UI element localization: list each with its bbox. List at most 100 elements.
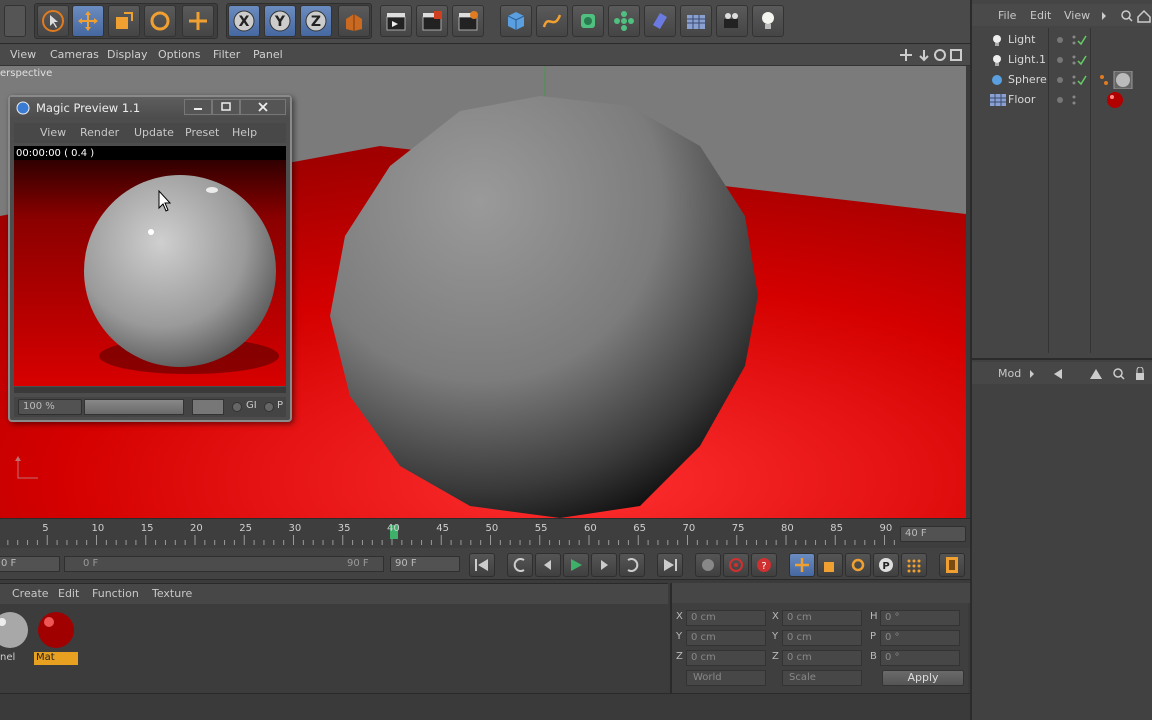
visibility-dots-icon[interactable]	[1056, 53, 1096, 67]
key-rotation-button[interactable]	[845, 553, 871, 577]
quality-slider[interactable]	[192, 399, 224, 415]
coord-size-field[interactable]: 0 cm	[782, 630, 862, 646]
render-picture-viewer-button[interactable]	[416, 5, 448, 37]
start-frame-field[interactable]: 0 F	[0, 556, 60, 572]
om-tool-icons[interactable]	[1100, 9, 1152, 23]
magic-preview-titlebar[interactable]: Magic Preview 1.1	[10, 97, 290, 119]
coord-rot-field[interactable]: 0 °	[880, 630, 960, 646]
scale-tool-button[interactable]	[108, 5, 140, 37]
mat-menu-create[interactable]: Create	[12, 587, 49, 600]
add-array-button[interactable]	[608, 5, 640, 37]
prev-key-button[interactable]	[507, 553, 533, 577]
minimize-button[interactable]	[184, 99, 212, 115]
coord-size-field[interactable]: 0 cm	[782, 610, 862, 626]
preview-range-slider[interactable]: 0 F 90 F	[64, 556, 384, 572]
mp-menu-view[interactable]: View	[40, 126, 66, 139]
object-row-floor[interactable]: Floor	[986, 91, 1146, 109]
visibility-dots-icon[interactable]	[1056, 93, 1096, 107]
mode-select[interactable]: Scale	[782, 670, 862, 686]
magic-preview-window[interactable]: Magic Preview 1.1 View Render Update Pre…	[8, 95, 292, 422]
x-axis-lock-button[interactable]: X	[228, 5, 260, 37]
select-tool-button[interactable]	[37, 5, 69, 37]
add-cube-button[interactable]	[500, 5, 532, 37]
material-item[interactable]: nel	[0, 606, 34, 664]
viewport-nav-icons[interactable]	[900, 47, 962, 63]
object-row-light1[interactable]: Light.1	[986, 51, 1146, 69]
mp-menu-render[interactable]: Render	[80, 126, 119, 139]
mat-menu-texture[interactable]: Texture	[152, 587, 192, 600]
coordinate-system-button[interactable]	[338, 5, 370, 37]
apply-button[interactable]: Apply	[882, 670, 964, 686]
key-parameter-button[interactable]: P	[873, 553, 899, 577]
coord-pos-field[interactable]: 0 cm	[686, 610, 766, 626]
play-button[interactable]	[563, 553, 589, 577]
render-view-button[interactable]	[380, 5, 412, 37]
om-menu-file[interactable]: File	[998, 9, 1016, 22]
rotate-tool-button[interactable]	[144, 5, 176, 37]
coord-rot-field[interactable]: 0 °	[880, 650, 960, 666]
add-tool-button[interactable]	[182, 5, 214, 37]
sphere-tags-icon[interactable]	[1098, 71, 1138, 89]
add-spline-button[interactable]	[536, 5, 568, 37]
mp-menu-update[interactable]: Update	[134, 126, 174, 139]
end-frame-field[interactable]: 90 F	[390, 556, 460, 572]
y-axis-lock-button[interactable]: Y	[264, 5, 296, 37]
keyframe-selection-button[interactable]: ?	[751, 553, 777, 577]
preview-render-area[interactable]: 00:00:00 ( 0.4 )	[14, 146, 286, 386]
viewport-menu-cameras[interactable]: Cameras	[50, 48, 99, 61]
key-scale-button[interactable]	[817, 553, 843, 577]
close-button[interactable]	[240, 99, 286, 115]
z-axis-lock-button[interactable]: Z	[300, 5, 332, 37]
timeline-window-button[interactable]	[939, 553, 965, 577]
preview-scrollbar[interactable]	[14, 387, 286, 393]
next-frame-button[interactable]	[591, 553, 617, 577]
coord-size-field[interactable]: 0 cm	[782, 650, 862, 666]
object-row-sphere[interactable]: Sphere	[986, 71, 1146, 89]
goto-start-button[interactable]	[469, 553, 495, 577]
add-camera-button[interactable]	[716, 5, 748, 37]
material-item-selected[interactable]: Mat	[34, 606, 78, 665]
attr-mode-menu[interactable]: Mod	[998, 367, 1021, 380]
viewport-menu-options[interactable]: Options	[158, 48, 200, 61]
coord-rot-field[interactable]: 0 °	[880, 610, 960, 626]
move-tool-button[interactable]	[72, 5, 104, 37]
maximize-button[interactable]	[212, 99, 240, 115]
coord-pos-field[interactable]: 0 cm	[686, 650, 766, 666]
loop-button[interactable]	[619, 553, 645, 577]
status-bar	[0, 693, 970, 720]
goto-end-button[interactable]	[657, 553, 683, 577]
om-menu-edit[interactable]: Edit	[1030, 9, 1051, 22]
mat-menu-function[interactable]: Function	[92, 587, 139, 600]
viewport-menu-filter[interactable]: Filter	[213, 48, 240, 61]
gi-checkbox[interactable]	[232, 402, 242, 412]
render-settings-button[interactable]	[452, 5, 484, 37]
zoom-field[interactable]: 100 %	[18, 399, 82, 415]
space-select[interactable]: World	[686, 670, 766, 686]
visibility-dots-icon[interactable]	[1056, 33, 1096, 47]
add-light-button[interactable]	[752, 5, 784, 37]
add-deformer-button[interactable]	[644, 5, 676, 37]
key-position-button[interactable]	[789, 553, 815, 577]
p-checkbox[interactable]	[264, 402, 274, 412]
autokey-button[interactable]	[723, 553, 749, 577]
add-floor-button[interactable]	[680, 5, 712, 37]
add-nurbs-button[interactable]	[572, 5, 604, 37]
attr-nav-icons[interactable]	[1028, 367, 1152, 381]
record-keys-button[interactable]	[695, 553, 721, 577]
mp-menu-help[interactable]: Help	[232, 126, 257, 139]
timeline-ruler[interactable]: 5 10 15 20 25 30 35 40 45 50 55 60 65 70 75 80 85 90 40 F	[0, 518, 970, 548]
viewport-menu-view[interactable]: View	[10, 48, 36, 61]
coord-pos-field[interactable]: 0 cm	[686, 630, 766, 646]
viewport-menu-display[interactable]: Display	[107, 48, 148, 61]
om-menu-view[interactable]: View	[1064, 9, 1090, 22]
toolbar-undo-button[interactable]	[4, 5, 26, 37]
mp-menu-preset[interactable]: Preset	[185, 126, 219, 139]
object-row-light[interactable]: Light	[986, 31, 1146, 49]
current-frame-field[interactable]: 40 F	[900, 526, 966, 542]
red-material-tag-icon[interactable]	[1106, 91, 1124, 109]
prev-frame-button[interactable]	[535, 553, 561, 577]
visibility-dots-icon[interactable]	[1056, 73, 1096, 87]
mat-menu-edit[interactable]: Edit	[58, 587, 79, 600]
key-pla-button[interactable]	[901, 553, 927, 577]
viewport-menu-panel[interactable]: Panel	[253, 48, 283, 61]
